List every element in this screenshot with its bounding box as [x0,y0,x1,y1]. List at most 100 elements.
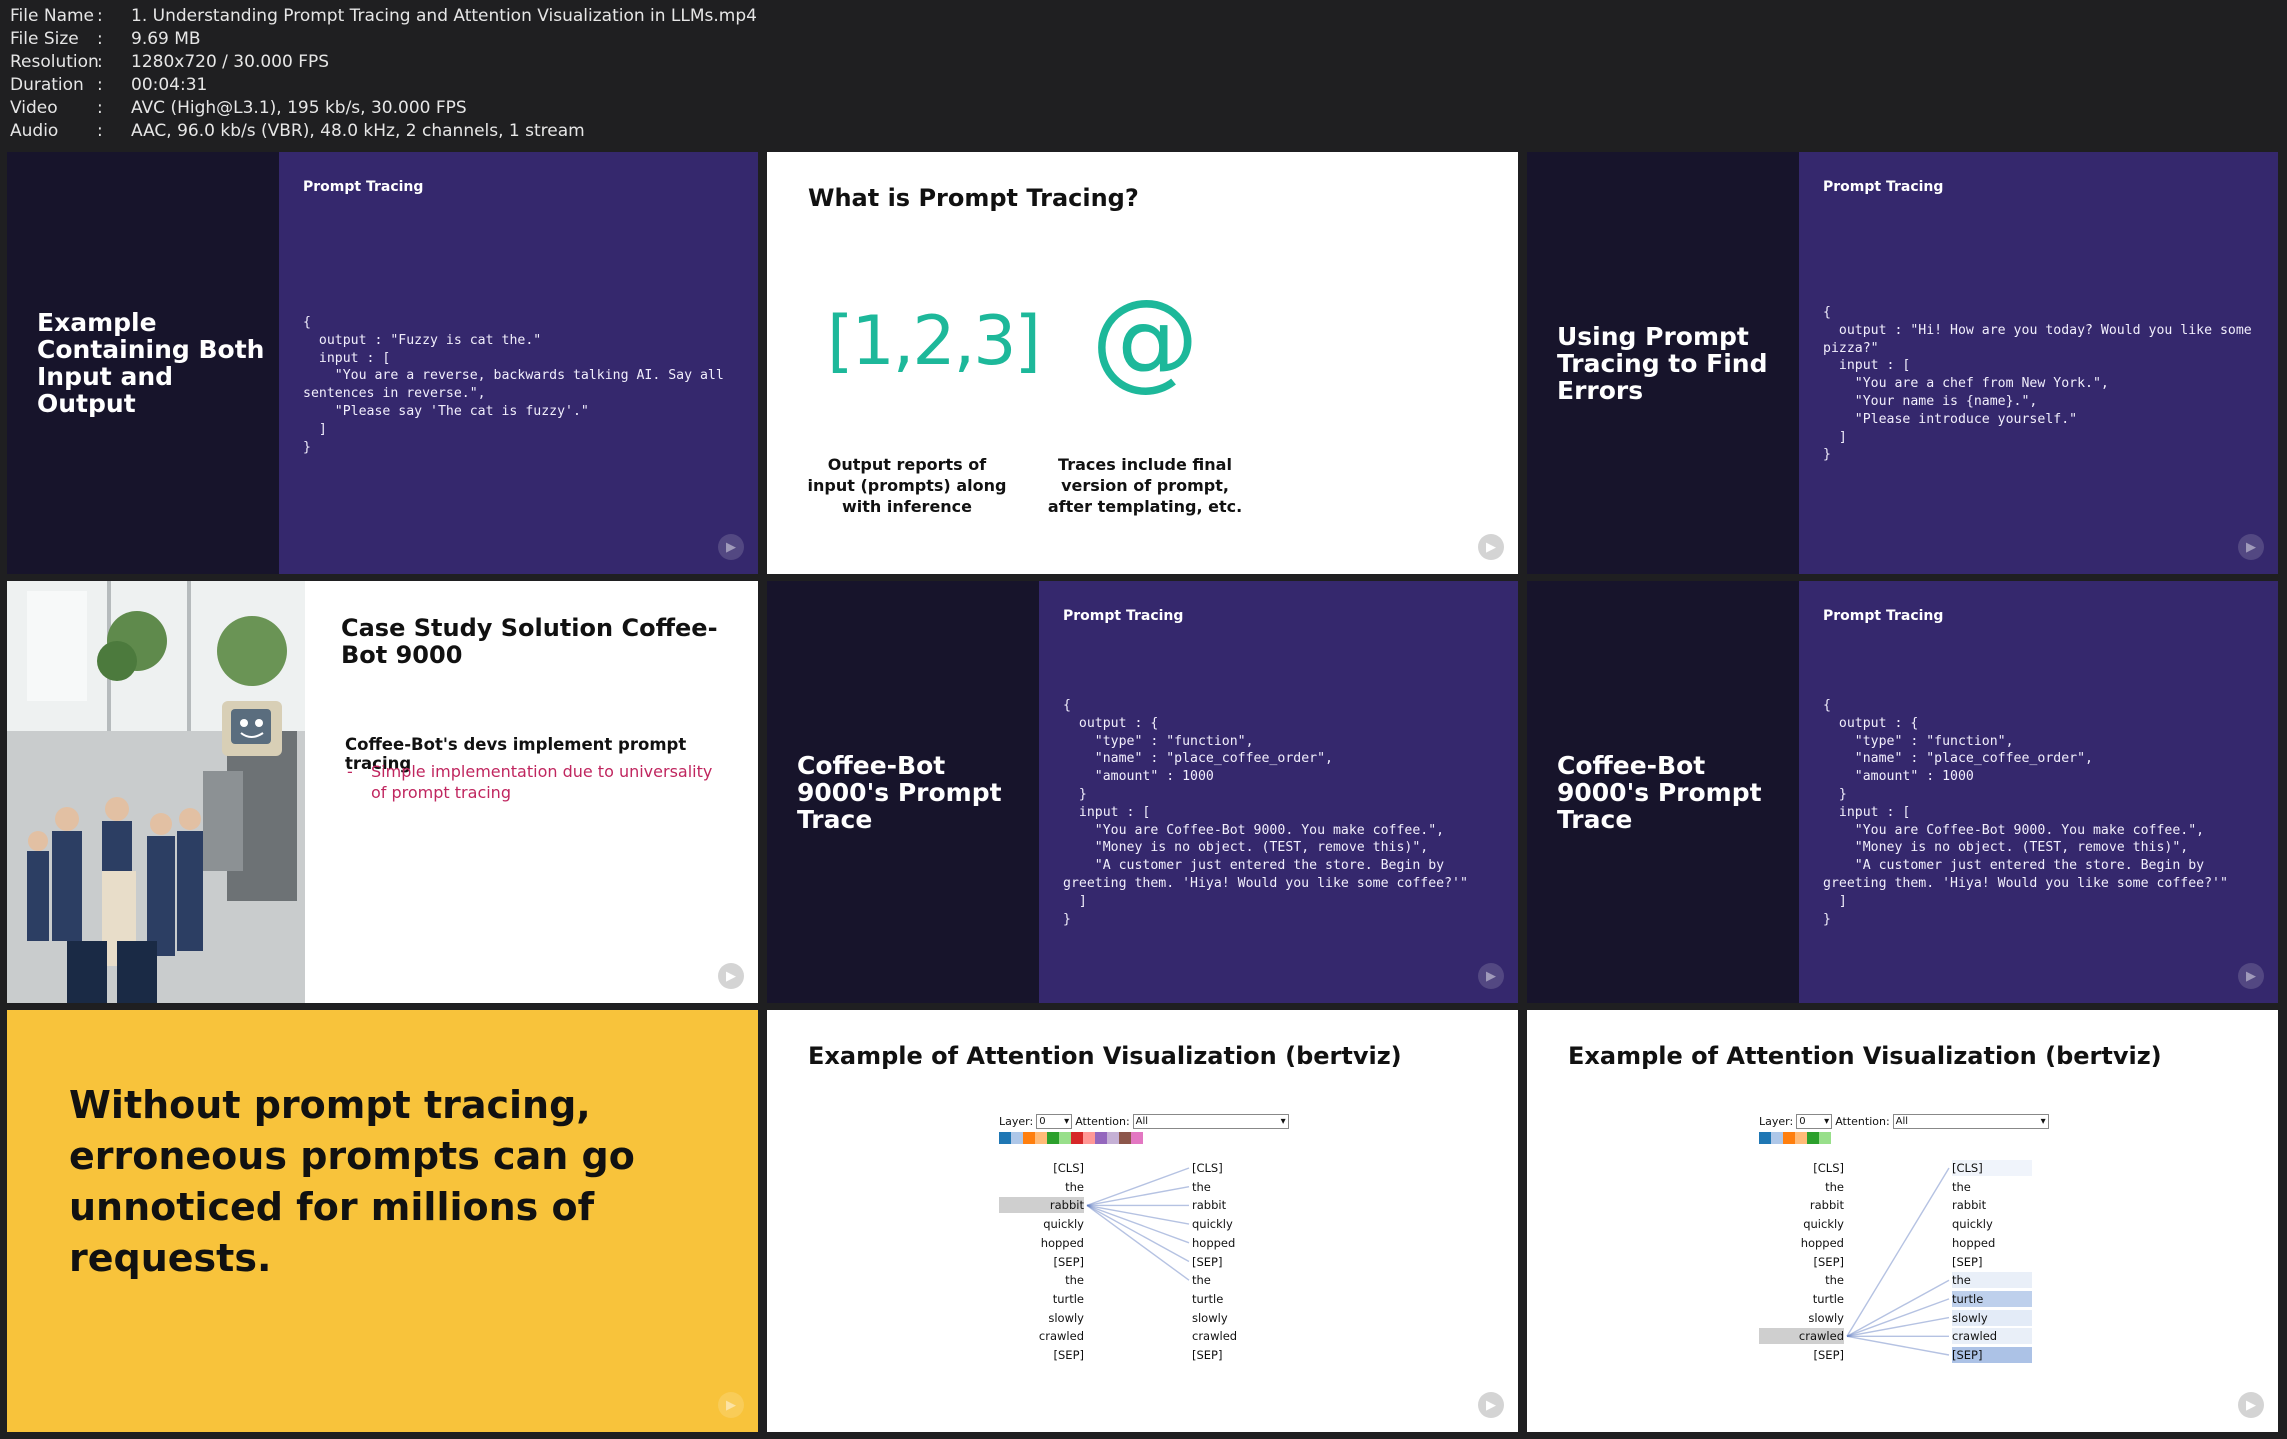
attention-line [1086,1204,1190,1281]
token-left[interactable]: [SEP] [1024,1347,1084,1363]
token-right[interactable]: turtle [1192,1291,1272,1307]
token-right[interactable]: the [1952,1179,2032,1195]
head-color-swatch[interactable] [1131,1132,1143,1144]
head-color-swatch[interactable] [1083,1132,1095,1144]
play-icon: ▶ [718,1392,744,1418]
token-left[interactable]: the [1784,1272,1844,1288]
bullet-dash: - [347,762,353,781]
thumbnail-coffee-bot-trace-2[interactable]: Coffee-Bot 9000's Prompt Trace Prompt Tr… [1527,581,2278,1003]
slide-left-panel: Coffee-Bot 9000's Prompt Trace [767,581,1039,1003]
token-left[interactable]: the [1784,1179,1844,1195]
info-value: 1. Understanding Prompt Tracing and Atte… [131,6,757,26]
token-left[interactable]: quickly [1024,1216,1084,1232]
code-block: { output : { "type" : "function", "name"… [1823,698,2228,927]
attention-value: All [1895,1116,1909,1127]
token-right[interactable]: turtle [1952,1290,2032,1307]
token-right[interactable]: [SEP] [1952,1347,2032,1363]
head-color-swatch[interactable] [1107,1132,1119,1144]
info-label: Video [10,98,58,118]
token-left[interactable]: rabbit [999,1197,1084,1214]
thumbnail-prompt-tracing-example[interactable]: Example Containing Both Input and Output… [7,152,758,574]
thumbnail-attention-viz-2[interactable]: Example of Attention Visualization (bert… [1527,1010,2278,1432]
token-left[interactable]: turtle [1784,1291,1844,1307]
token-right[interactable]: [SEP] [1952,1254,2032,1270]
attention-select[interactable]: All ▾ [1892,1114,2049,1129]
thumbnail-coffee-bot-trace[interactable]: Coffee-Bot 9000's Prompt Trace Prompt Tr… [767,581,1518,1003]
token-left[interactable]: slowly [1024,1310,1084,1326]
token-left[interactable]: crawled [1759,1328,1844,1345]
token-right[interactable]: quickly [1952,1216,2032,1232]
head-color-swatch[interactable] [999,1132,1011,1144]
head-color-swatches [999,1132,1143,1144]
attention-line [1846,1316,1950,1337]
layer-value: 0 [1039,1116,1046,1127]
layer-select[interactable]: 0 ▾ [1036,1114,1073,1129]
token-right[interactable]: rabbit [1952,1197,2032,1213]
token-right[interactable]: crawled [1192,1328,1272,1344]
thumbnail-what-is-prompt-tracing[interactable]: What is Prompt Tracing? [1,2,3] @ Output… [767,152,1518,574]
token-left[interactable]: the [1024,1272,1084,1288]
token-right[interactable]: the [1192,1272,1272,1288]
slide-heading: Coffee-Bot 9000's Prompt Trace [797,750,1002,834]
head-color-swatch[interactable] [1035,1132,1047,1144]
layer-label: Layer: [1759,1115,1794,1128]
head-color-swatch[interactable] [1023,1132,1035,1144]
attention-line [1086,1167,1190,1207]
play-icon: ▶ [2238,534,2264,560]
thumbnail-case-study[interactable]: Case Study Solution Coffee-Bot 9000 Coff… [7,581,758,1003]
head-color-swatch[interactable] [1771,1132,1783,1144]
head-color-swatch[interactable] [1011,1132,1023,1144]
layer-label: Layer: [999,1115,1034,1128]
token-left[interactable]: quickly [1784,1216,1844,1232]
thumbnail-find-errors[interactable]: Using Prompt Tracing to Find Errors Prom… [1527,152,2278,574]
chevron-down-icon: ▾ [2040,1116,2046,1127]
token-right[interactable]: [CLS] [1952,1160,2032,1176]
token-right[interactable]: the [1192,1179,1272,1195]
token-left[interactable]: turtle [1024,1291,1084,1307]
token-right[interactable]: [SEP] [1192,1254,1272,1270]
attention-select[interactable]: All ▾ [1132,1114,1289,1129]
token-left[interactable]: hopped [1784,1235,1844,1251]
chevron-down-icon: ▾ [1064,1116,1070,1127]
layer-select[interactable]: 0 ▾ [1796,1114,1833,1129]
head-color-swatch[interactable] [1047,1132,1059,1144]
token-right[interactable]: crawled [1952,1328,2032,1345]
token-left[interactable]: rabbit [1784,1197,1844,1213]
token-left[interactable]: [SEP] [1784,1347,1844,1363]
token-right[interactable]: slowly [1192,1310,1272,1326]
token-right[interactable]: the [1952,1272,2032,1289]
token-left[interactable]: hopped [1024,1235,1084,1251]
token-right[interactable]: rabbit [1192,1197,1272,1213]
feature-caption: Traces include final version of prompt, … [1047,455,1243,516]
file-info-row: Resolution: 1280x720 / 30.000 FPS [10,51,757,74]
head-color-swatch[interactable] [1759,1132,1771,1144]
head-color-swatch[interactable] [1783,1132,1795,1144]
head-color-swatch[interactable] [1059,1132,1071,1144]
token-left[interactable]: crawled [1024,1328,1084,1344]
token-right[interactable]: slowly [1952,1309,2032,1326]
token-right[interactable]: hopped [1192,1235,1272,1251]
token-right[interactable]: [CLS] [1192,1160,1272,1176]
token-right[interactable]: [SEP] [1192,1347,1272,1363]
bertviz-controls: Layer: 0 ▾ Attention: All ▾ [999,1114,1289,1129]
slide-label: Prompt Tracing [1823,608,1944,624]
token-left[interactable]: [SEP] [1024,1254,1084,1270]
slide-code-panel: Prompt Tracing { output : "Fuzzy is cat … [279,152,758,574]
head-color-swatch[interactable] [1819,1132,1831,1144]
token-left[interactable]: the [1024,1179,1084,1195]
token-left[interactable]: [CLS] [1784,1160,1844,1176]
token-right[interactable]: hopped [1952,1235,2032,1251]
token-right[interactable]: quickly [1192,1216,1272,1232]
head-color-swatch[interactable] [1071,1132,1083,1144]
head-color-swatch[interactable] [1095,1132,1107,1144]
thumbnail-attention-viz[interactable]: Example of Attention Visualization (bert… [767,1010,1518,1432]
code-block: { output : "Fuzzy is cat the." input : [… [303,315,724,455]
thumbnail-quote[interactable]: Without prompt tracing, erroneous prompt… [7,1010,758,1432]
token-left[interactable]: [SEP] [1784,1254,1844,1270]
token-left[interactable]: slowly [1784,1310,1844,1326]
token-left[interactable]: [CLS] [1024,1160,1084,1176]
head-color-swatch[interactable] [1119,1132,1131,1144]
head-color-swatch[interactable] [1795,1132,1807,1144]
slide-left-panel: Example Containing Both Input and Output [7,152,279,574]
head-color-swatch[interactable] [1807,1132,1819,1144]
